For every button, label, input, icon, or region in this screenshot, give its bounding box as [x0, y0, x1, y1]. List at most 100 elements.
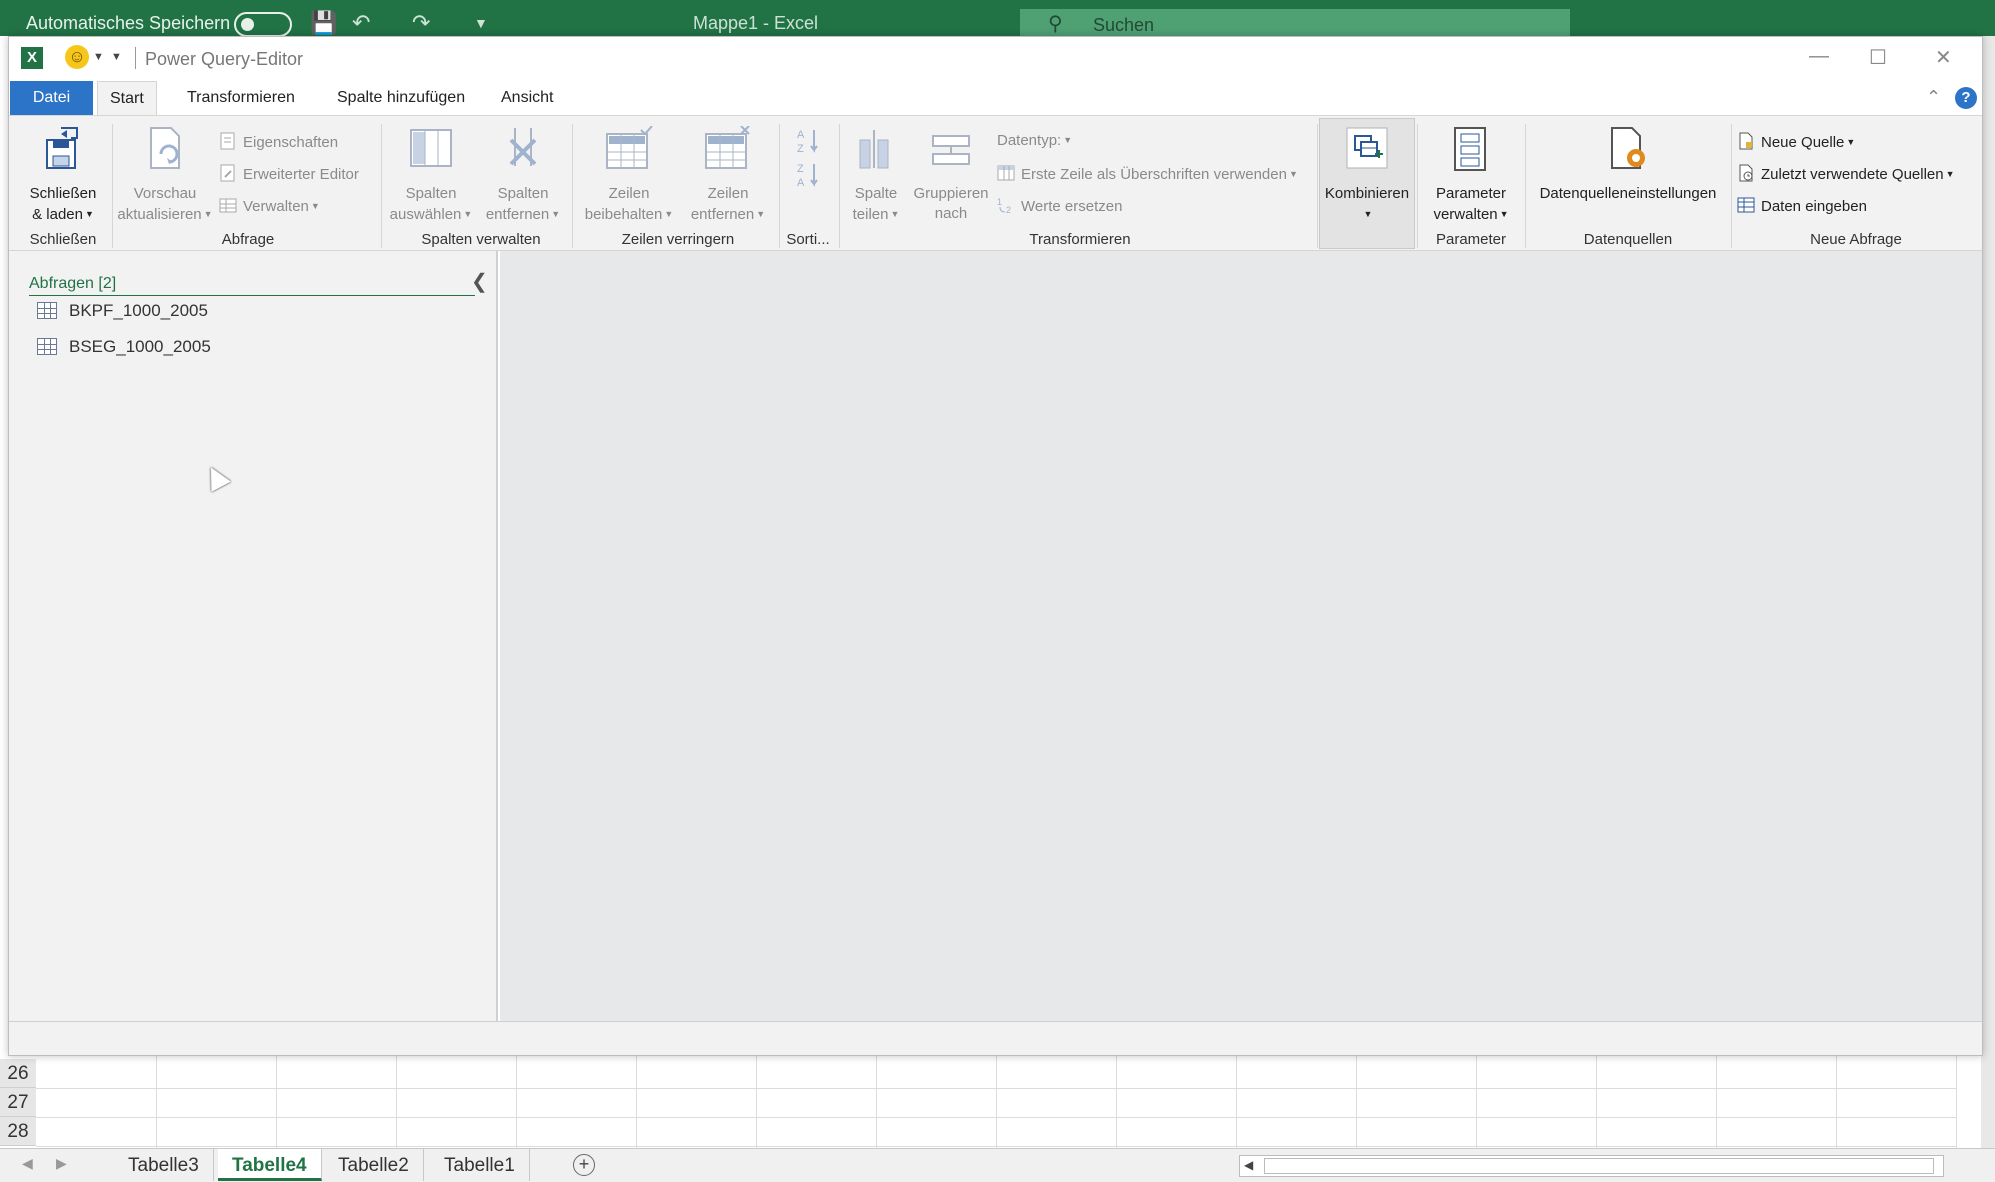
quick-access-dropdown-icon[interactable]: ▼	[111, 51, 122, 63]
gridline	[1716, 1056, 1717, 1148]
minimize-icon[interactable]: —	[1809, 45, 1829, 68]
sheet-tab-tabelle3[interactable]: Tabelle3	[114, 1149, 214, 1181]
gridline	[276, 1056, 277, 1148]
refresh-preview-line2: aktualisieren	[117, 206, 202, 223]
undo-icon[interactable]: ↶	[352, 10, 370, 36]
remove-columns-icon	[509, 128, 537, 166]
manage-query-button[interactable]: Verwalten ▼	[219, 196, 320, 215]
properties-button[interactable]: Eigenschaften	[219, 132, 338, 151]
manage-parameters-icon	[1454, 127, 1486, 171]
tab-start[interactable]: Start	[97, 81, 157, 115]
remove-rows-line1: Zeilen	[707, 185, 749, 202]
enter-data-icon	[1737, 197, 1755, 213]
autosave-toggle[interactable]	[234, 12, 292, 37]
close-load-icon	[46, 127, 78, 169]
gridline	[516, 1056, 517, 1148]
sheet-tab-tabelle4[interactable]: Tabelle4	[218, 1149, 322, 1181]
row-header-28[interactable]: 28	[0, 1117, 36, 1146]
remove-columns-button[interactable]: Spalten entfernen ▼	[479, 126, 567, 225]
save-icon[interactable]: 💾	[310, 10, 337, 36]
keep-rows-button[interactable]: Zeilen beibehalten ▼	[579, 125, 679, 225]
new-source-button[interactable]: Neue Quelle ▼	[1737, 132, 1855, 151]
group-separator	[1417, 124, 1418, 248]
group-separator	[1525, 124, 1526, 248]
excel-logo-icon: X	[21, 47, 43, 69]
split-column-line1: Spalte	[854, 185, 898, 202]
collapse-pane-icon[interactable]: ❮	[471, 269, 488, 294]
feedback-smiley-icon[interactable]: ☺	[65, 45, 89, 69]
query-item-bseg[interactable]: BSEG_1000_2005	[37, 337, 211, 357]
split-column-button[interactable]: Spalte teilen ▼	[843, 126, 909, 225]
sheet-next-icon[interactable]: ▶	[56, 1155, 67, 1172]
remove-rows-button[interactable]: Zeilen entfernen ▼	[681, 125, 775, 225]
choose-columns-button[interactable]: Spalten auswählen ▼	[387, 126, 475, 225]
close-and-load-button[interactable]: Schließen & laden ▼	[19, 126, 107, 225]
sort-ascending-button[interactable]: AZ	[797, 126, 821, 160]
help-icon[interactable]: ?	[1955, 87, 1977, 109]
scroll-left-icon[interactable]: ◀	[1244, 1158, 1253, 1172]
advanced-editor-button[interactable]: Erweiterter Editor	[219, 164, 359, 183]
gridline	[1116, 1056, 1117, 1148]
tab-ansicht[interactable]: Ansicht	[489, 81, 565, 115]
gridline	[1356, 1056, 1357, 1148]
pq-titlebar: X ☺ ▼ ▼ Power Query-Editor — ☐ ✕	[9, 37, 1982, 81]
ribbon: Schließen & laden ▼ Schließen Vorschau ak…	[9, 115, 1982, 251]
group-label-neue-abfrage: Neue Abfrage	[1810, 231, 1902, 248]
refresh-preview-button[interactable]: Vorschau aktualisieren ▼	[113, 126, 217, 225]
redo-icon[interactable]: ↷	[412, 10, 430, 36]
use-first-row-as-headers-button[interactable]: Erste Zeile als Überschriften verwenden ▼	[997, 164, 1298, 183]
maximize-icon[interactable]: ☐	[1869, 45, 1887, 70]
svg-text:2: 2	[1006, 205, 1011, 214]
close-icon[interactable]: ✕	[1935, 45, 1952, 70]
search-box[interactable]: ⚲ Suchen	[1020, 9, 1570, 39]
row-header-26[interactable]: 26	[0, 1059, 36, 1088]
tab-spalte-hinzufuegen[interactable]: Spalte hinzufügen	[325, 81, 477, 115]
choose-columns-line1: Spalten	[405, 185, 457, 202]
worksheet-grid[interactable]	[0, 1056, 1995, 1148]
add-sheet-icon[interactable]: +	[573, 1154, 595, 1176]
tab-datei[interactable]: Datei	[10, 81, 93, 115]
properties-icon	[220, 132, 235, 150]
keep-rows-line2: beibehalten	[584, 206, 663, 223]
data-type-dropdown[interactable]: Datentyp: ▼	[997, 132, 1072, 149]
group-label-zeilen-verringern: Zeilen verringern	[621, 231, 735, 248]
svg-text:A: A	[797, 177, 805, 189]
horizontal-scrollbar[interactable]: ◀	[1239, 1155, 1944, 1177]
search-icon: ⚲	[1048, 13, 1063, 35]
queries-header[interactable]: Abfragen [2]	[29, 275, 116, 293]
group-label-schliessen: Schließen	[29, 231, 97, 248]
group-by-button[interactable]: Gruppieren nach	[909, 126, 993, 224]
sort-descending-button[interactable]: ZA	[797, 160, 821, 194]
preview-area[interactable]	[500, 251, 1982, 1021]
data-source-settings-label: Datenquelleneinstellungen	[1539, 185, 1717, 202]
tab-transformieren[interactable]: Transformieren	[175, 81, 307, 115]
chevron-down-icon: ▼	[84, 209, 94, 219]
customize-quick-access-icon[interactable]: ▼	[474, 15, 488, 31]
chevron-down-icon: ▼	[203, 209, 213, 219]
gridline	[1596, 1056, 1597, 1148]
query-item-bkpf[interactable]: BKPF_1000_2005	[37, 301, 208, 321]
feedback-dropdown-icon[interactable]: ▼	[93, 51, 104, 63]
sheet-tab-tabelle1[interactable]: Tabelle1	[430, 1149, 530, 1181]
chevron-down-icon: ▼	[310, 201, 320, 211]
table-header-icon	[997, 165, 1015, 181]
gridline	[1956, 1056, 1957, 1148]
manage-parameters-button[interactable]: Parameter verwalten ▼	[1421, 126, 1521, 225]
svg-text:Z: Z	[797, 163, 804, 175]
gridline	[636, 1056, 637, 1148]
scroll-thumb[interactable]	[1264, 1158, 1934, 1174]
combine-button[interactable]: Kombinieren ▼	[1321, 126, 1413, 225]
group-label-datenquellen: Datenquellen	[1583, 231, 1673, 248]
data-source-settings-button[interactable]: Datenquelleneinstellungen	[1529, 126, 1727, 204]
collapse-ribbon-icon[interactable]: ⌃	[1926, 87, 1941, 108]
sheet-prev-icon[interactable]: ◀	[22, 1155, 33, 1172]
group-separator	[381, 124, 382, 248]
recent-sources-button[interactable]: Zuletzt verwendete Quellen ▼	[1737, 164, 1955, 183]
sort-ascending-icon: AZ	[797, 129, 818, 155]
sheet-tab-tabelle2[interactable]: Tabelle2	[324, 1149, 424, 1181]
enter-data-button[interactable]: Daten eingeben	[1737, 196, 1867, 215]
gridline	[1476, 1056, 1477, 1148]
row-header-27[interactable]: 27	[0, 1088, 36, 1117]
replace-values-button[interactable]: 1 2 Werte ersetzen	[997, 196, 1122, 215]
new-source-icon	[1739, 132, 1753, 150]
